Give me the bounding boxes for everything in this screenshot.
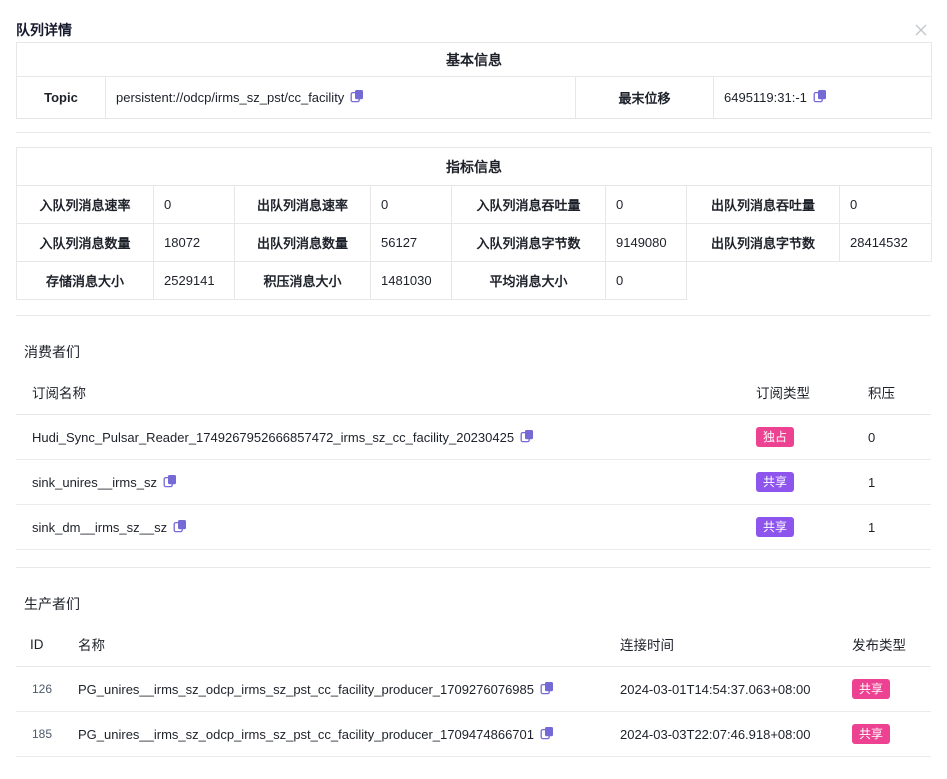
section-divider bbox=[16, 315, 931, 316]
col-header-subscription-type: 订阅类型 bbox=[740, 368, 852, 415]
metric-label: 平均消息大小 bbox=[452, 262, 606, 300]
subscription-type-badge: 共享 bbox=[756, 517, 794, 537]
producer-name: PG_unires__irms_sz_odcp_irms_sz_pst_cc_f… bbox=[78, 682, 534, 697]
metric-value: 9149080 bbox=[606, 224, 687, 262]
copy-icon[interactable] bbox=[540, 726, 554, 740]
metric-value: 0 bbox=[154, 186, 235, 224]
producers-table: ID 名称 连接时间 发布类型 126 PG_unires__irms_sz_o… bbox=[16, 620, 931, 757]
copy-icon[interactable] bbox=[813, 89, 827, 103]
producer-id: 126 bbox=[16, 667, 62, 712]
basic-info-section-title: 基本信息 bbox=[17, 43, 932, 77]
connect-time: 2024-03-03T22:07:46.918+08:00 bbox=[620, 727, 810, 742]
producer-row: 126 PG_unires__irms_sz_odcp_irms_sz_pst_… bbox=[16, 667, 931, 712]
copy-icon[interactable] bbox=[540, 681, 554, 695]
connect-time: 2024-03-01T14:54:37.063+08:00 bbox=[620, 682, 810, 697]
consumers-table: 订阅名称 订阅类型 积压 Hudi_Sync_Pulsar_Reader_174… bbox=[16, 368, 931, 550]
section-divider bbox=[16, 567, 931, 568]
metric-label: 存储消息大小 bbox=[17, 262, 154, 300]
subscription-name: sink_dm__irms_sz__sz bbox=[32, 520, 167, 535]
subscription-name-cell: sink_unires__irms_sz bbox=[16, 460, 740, 505]
page-title: 队列详情 bbox=[16, 20, 72, 40]
producer-id: 185 bbox=[16, 712, 62, 757]
col-header-id: ID bbox=[16, 620, 62, 667]
modal-header: 队列详情 bbox=[16, 0, 931, 40]
metrics-section-title: 指标信息 bbox=[17, 148, 932, 186]
metric-value: 56127 bbox=[371, 224, 452, 262]
basic-info-table: 基本信息 Topic persistent://odcp/irms_sz_pst… bbox=[16, 42, 932, 119]
consumer-row: Hudi_Sync_Pulsar_Reader_1749267952666857… bbox=[16, 415, 931, 460]
metrics-row-1: 入队列消息速率 0 出队列消息速率 0 入队列消息吞吐量 0 出队列消息吞吐量 … bbox=[17, 186, 932, 224]
producer-name: PG_unires__irms_sz_odcp_irms_sz_pst_cc_f… bbox=[78, 727, 534, 742]
subscription-name-cell: sink_dm__irms_sz__sz bbox=[16, 505, 740, 550]
metric-value: 28414532 bbox=[840, 224, 932, 262]
consumer-row: sink_dm__irms_sz__sz 共享 1 bbox=[16, 505, 931, 550]
metric-label: 出队列消息字节数 bbox=[687, 224, 840, 262]
producer-name-cell: PG_unires__irms_sz_odcp_irms_sz_pst_cc_f… bbox=[62, 667, 604, 712]
producer-name-cell: PG_unires__irms_sz_odcp_irms_sz_pst_cc_f… bbox=[62, 712, 604, 757]
copy-icon[interactable] bbox=[163, 474, 177, 488]
metric-label: 入队列消息字节数 bbox=[452, 224, 606, 262]
consumer-row: sink_unires__irms_sz 共享 1 bbox=[16, 460, 931, 505]
last-offset-value: 6495119:31:-1 bbox=[724, 91, 807, 106]
metric-label: 入队列消息吞吐量 bbox=[452, 186, 606, 224]
copy-icon[interactable] bbox=[173, 519, 187, 533]
metric-value: 0 bbox=[371, 186, 452, 224]
consumers-section-title: 消费者们 bbox=[16, 342, 931, 362]
copy-icon[interactable] bbox=[350, 89, 364, 103]
metrics-table: 指标信息 入队列消息速率 0 出队列消息速率 0 入队列消息吞吐量 0 出队列消… bbox=[16, 147, 932, 300]
publish-type-badge: 共享 bbox=[852, 679, 890, 699]
metric-value: 2529141 bbox=[154, 262, 235, 300]
metric-value: 0 bbox=[840, 186, 932, 224]
metric-label: 入队列消息数量 bbox=[17, 224, 154, 262]
subscription-type-badge: 独占 bbox=[756, 427, 794, 447]
topic-label: Topic bbox=[17, 77, 106, 119]
metric-value: 0 bbox=[606, 186, 687, 224]
close-icon[interactable] bbox=[911, 20, 931, 40]
producers-section-title: 生产者们 bbox=[16, 594, 931, 614]
metrics-row-2: 入队列消息数量 18072 出队列消息数量 56127 入队列消息字节数 914… bbox=[17, 224, 932, 262]
last-offset-cell: 6495119:31:-1 bbox=[714, 77, 932, 119]
empty-cell bbox=[687, 262, 932, 300]
last-offset-label: 最末位移 bbox=[576, 77, 714, 119]
subscription-name-cell: Hudi_Sync_Pulsar_Reader_1749267952666857… bbox=[16, 415, 740, 460]
publish-type-badge: 共享 bbox=[852, 724, 890, 744]
col-header-publish-type: 发布类型 bbox=[836, 620, 931, 667]
metric-value: 18072 bbox=[154, 224, 235, 262]
col-header-connect-time: 连接时间 bbox=[604, 620, 836, 667]
metric-label: 出队列消息数量 bbox=[235, 224, 371, 262]
topic-value: persistent://odcp/irms_sz_pst/cc_facilit… bbox=[116, 91, 344, 106]
metric-label: 出队列消息速率 bbox=[235, 186, 371, 224]
backlog-value: 1 bbox=[852, 460, 931, 505]
subscription-type-badge: 共享 bbox=[756, 472, 794, 492]
metric-label: 积压消息大小 bbox=[235, 262, 371, 300]
copy-icon[interactable] bbox=[520, 429, 534, 443]
producer-row: 185 PG_unires__irms_sz_odcp_irms_sz_pst_… bbox=[16, 712, 931, 757]
col-header-subscription-name: 订阅名称 bbox=[16, 368, 740, 415]
metric-label: 入队列消息速率 bbox=[17, 186, 154, 224]
metric-label: 出队列消息吞吐量 bbox=[687, 186, 840, 224]
topic-value-cell: persistent://odcp/irms_sz_pst/cc_facilit… bbox=[106, 77, 576, 119]
metrics-row-3: 存储消息大小 2529141 积压消息大小 1481030 平均消息大小 0 bbox=[17, 262, 932, 300]
subscription-name: sink_unires__irms_sz bbox=[32, 475, 157, 490]
metric-value: 0 bbox=[606, 262, 687, 300]
subscription-name: Hudi_Sync_Pulsar_Reader_1749267952666857… bbox=[32, 430, 514, 445]
queue-detail-modal: 队列详情 基本信息 Topic persistent://odcp/irms_s… bbox=[0, 0, 947, 779]
backlog-value: 1 bbox=[852, 505, 931, 550]
backlog-value: 0 bbox=[852, 415, 931, 460]
metric-value: 1481030 bbox=[371, 262, 452, 300]
col-header-name: 名称 bbox=[62, 620, 604, 667]
col-header-backlog: 积压 bbox=[852, 368, 931, 415]
